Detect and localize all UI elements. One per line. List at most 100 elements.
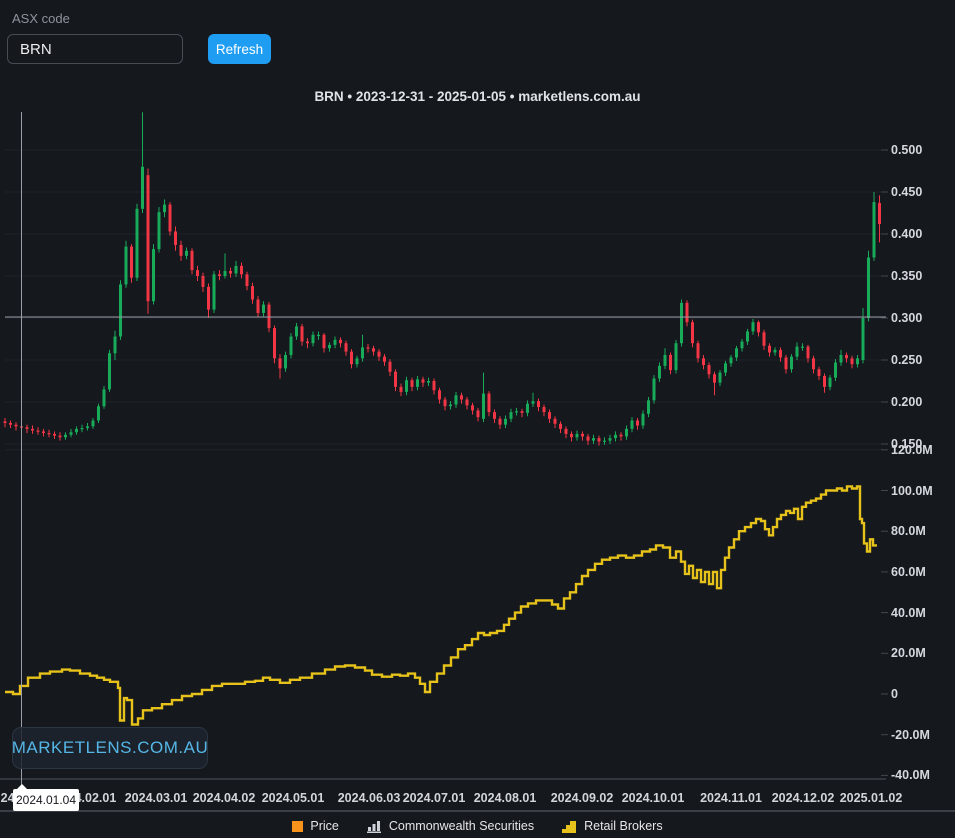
candle-body (713, 374, 716, 382)
candle-body (246, 274, 249, 286)
candle-body (614, 435, 617, 438)
candle-body (719, 373, 722, 383)
candle-body (207, 287, 210, 310)
candle-body (70, 432, 73, 435)
candle-body (312, 335, 315, 343)
legend-item-retail-brokers[interactable]: Retail Brokers (562, 819, 663, 833)
refresh-button[interactable]: Refresh (208, 34, 271, 64)
candle-body (400, 387, 403, 392)
candlestick-series (4, 112, 882, 445)
retail-brokers-line (5, 486, 877, 724)
step-line-icon (562, 820, 577, 833)
asx-code-label: ASX code (12, 11, 70, 26)
page: { "controls": { "asx_label": "ASX code",… (0, 0, 955, 838)
volume-axis-label: 40.0M (891, 606, 951, 620)
volume-line-series (5, 486, 877, 724)
candle-body (548, 412, 551, 419)
candle-body (103, 389, 106, 406)
candle-body (642, 414, 645, 426)
candle-body (477, 410, 480, 417)
candle-body (845, 355, 848, 358)
x-axis-label: 2024.10.01 (611, 791, 695, 805)
candle-body (631, 420, 634, 428)
candle-body (334, 340, 337, 345)
legend-label: Retail Brokers (584, 819, 663, 833)
volume-axis-label: 20.0M (891, 646, 951, 660)
candle-body (290, 336, 293, 354)
candle-body (746, 331, 749, 341)
price-axis-label: 0.450 (891, 185, 951, 199)
candle-body (444, 399, 447, 406)
price-axis-label: 0.350 (891, 269, 951, 283)
candle-body (801, 347, 804, 348)
candle-body (4, 421, 7, 423)
candle-body (779, 350, 782, 358)
candle-body (796, 347, 799, 357)
candle-body (653, 378, 656, 400)
candle-body (169, 205, 172, 232)
candle-body (125, 247, 128, 285)
candle-body (433, 381, 436, 390)
candle-body (768, 346, 771, 353)
candle-body (273, 328, 276, 358)
candle-body (598, 438, 601, 441)
candle-body (218, 274, 221, 276)
price-swatch-icon (292, 821, 303, 832)
candle-body (389, 362, 392, 372)
chart-plot-area[interactable] (0, 0, 955, 838)
candle-body (576, 434, 579, 437)
candle-body (873, 202, 876, 257)
candle-body (840, 355, 843, 363)
candle-body (411, 380, 414, 387)
candle-body (114, 336, 117, 353)
candle-body (152, 249, 155, 301)
candle-body (493, 412, 496, 419)
candle-body (235, 266, 238, 274)
candle-body (240, 266, 243, 274)
price-axis-label: 0.500 (891, 143, 951, 157)
candle-body (471, 405, 474, 410)
candle-body (367, 347, 370, 348)
candle-body (59, 436, 62, 438)
candle-body (724, 363, 727, 372)
candle-body (867, 258, 870, 318)
candle-body (229, 271, 232, 274)
candle-body (345, 343, 348, 351)
candle-body (570, 434, 573, 437)
candle-body (130, 247, 133, 278)
candle-body (361, 347, 364, 358)
candle-body (37, 431, 40, 432)
candle-body (785, 357, 788, 369)
candle-body (526, 404, 529, 413)
candle-body (504, 419, 507, 425)
x-axis-label: 2024.05.01 (251, 791, 335, 805)
chart-title: BRN • 2023-12-31 - 2025-01-05 • marketle… (0, 89, 955, 104)
candle-body (763, 332, 766, 345)
candle-body (625, 429, 628, 437)
watermark: MARKETLENS.COM.AU (12, 727, 208, 769)
candle-body (257, 300, 260, 313)
candle-body (702, 358, 705, 365)
candle-body (757, 322, 760, 332)
candle-body (856, 358, 859, 364)
candle-body (697, 343, 700, 358)
candle-body (449, 405, 452, 407)
candle-body (75, 429, 78, 432)
price-axis-label: 0.250 (891, 353, 951, 367)
candle-body (647, 400, 650, 413)
candle-body (790, 357, 793, 370)
legend-item-commonwealth-securities[interactable]: Commonwealth Securities (367, 819, 534, 833)
candle-body (301, 326, 304, 341)
candle-body (279, 358, 282, 368)
candle-body (350, 352, 353, 365)
candle-body (136, 209, 139, 278)
candle-body (147, 175, 150, 301)
candle-body (466, 399, 469, 405)
candle-body (53, 434, 56, 436)
candle-body (730, 357, 733, 363)
ticker-input[interactable] (7, 34, 183, 64)
candle-body (64, 435, 67, 438)
candle-body (328, 345, 331, 348)
candle-body (603, 441, 606, 442)
legend-item-price[interactable]: Price (292, 819, 338, 833)
